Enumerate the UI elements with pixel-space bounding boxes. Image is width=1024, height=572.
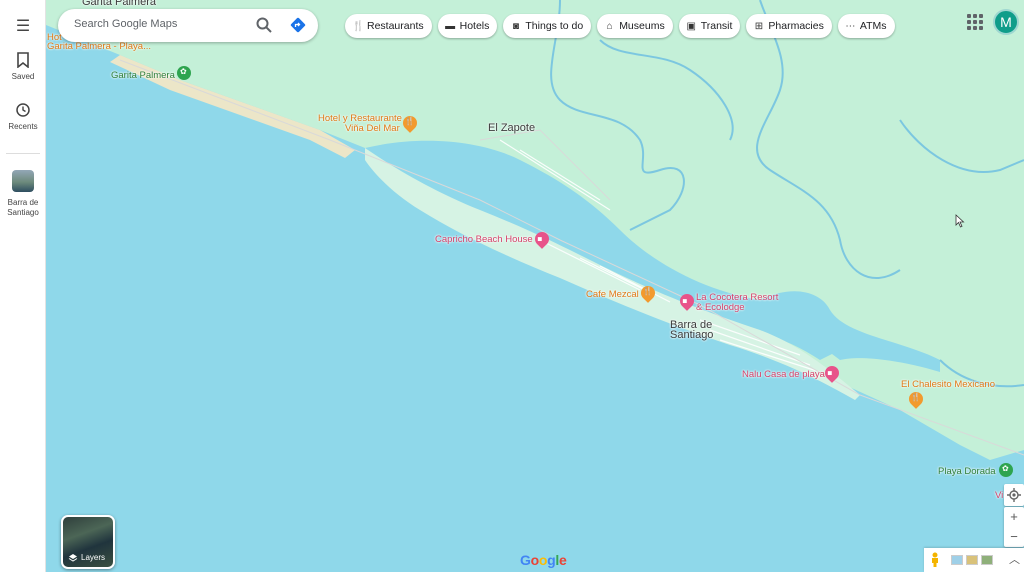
chip-museums[interactable]: ⌂ Museums [597,14,673,38]
saved-label: Saved [11,72,35,81]
map-canvas[interactable] [0,0,1024,572]
chip-transit[interactable]: ▣ Transit [678,14,741,38]
pharmacy-icon: ⊞ [754,20,764,32]
chip-atms[interactable]: ⋯ ATMs [837,14,895,38]
recent-place-label-2: Santiago [7,208,39,217]
chip-things-to-do[interactable]: ◙ Things to do [503,14,592,38]
saved-button[interactable]: Saved [0,52,46,81]
place-label-cafe-mezcal[interactable]: Cafe Mezcal [586,290,639,300]
map-tile-satellite[interactable] [981,555,993,565]
place-label-garita-top[interactable]: Garita Palmera [82,0,156,8]
chip-pharmacies[interactable]: ⊞ Pharmacies [746,14,832,38]
chevron-up-icon[interactable]: ︿ [1009,551,1020,567]
park-pin-icon[interactable]: ✿ [177,66,191,80]
layers-label: Layers [81,553,106,562]
mouse-cursor-icon [955,214,965,228]
camera-icon: ◙ [512,20,519,32]
bed-icon: ▬ [445,20,456,32]
rail-divider [6,153,40,154]
directions-icon[interactable] [290,17,306,33]
atm-icon: ⋯ [845,20,856,32]
left-rail: ☰ Saved Recents Barra de Santiago [0,0,46,572]
zoom-out-button[interactable]: − [1004,527,1024,547]
fork-knife-icon: 🍴 [352,20,365,32]
pegman-icon[interactable] [930,552,940,568]
chip-label: Transit [700,20,733,32]
avatar[interactable]: M [993,9,1019,35]
search-input[interactable] [74,18,244,30]
chip-label: Pharmacies [768,20,824,32]
my-location-button[interactable] [1004,484,1024,506]
beach-pin-icon[interactable]: ✿ [999,463,1013,477]
location-target-icon [1007,488,1021,502]
place-label-cocotera-2[interactable]: & Ecolodge [696,302,745,313]
layers-button[interactable]: Layers [61,515,115,569]
chip-label: ATMs [859,20,887,32]
recent-place-thumbnail [12,170,34,192]
place-label-playa-dorada[interactable]: Playa Dorada [938,466,996,477]
town-label-el-zapote[interactable]: El Zapote [488,122,535,134]
history-icon [16,103,30,117]
map-tile-traffic[interactable] [966,555,978,565]
place-label-nalu[interactable]: Nalu Casa de playa [742,369,825,380]
chip-label: Museums [619,20,665,32]
recent-place-item[interactable]: Barra de Santiago [0,170,46,218]
place-label-garita-green[interactable]: Garita Palmera [111,70,175,81]
apps-grid-icon[interactable] [967,14,983,30]
town-label-barra-2[interactable]: Santiago [670,329,713,341]
chip-label: Restaurants [367,20,424,32]
recents-button[interactable]: Recents [0,102,46,131]
zoom-controls: + − [1004,507,1024,547]
chip-restaurants[interactable]: 🍴 Restaurants [345,14,432,38]
layers-icon [68,554,78,562]
bookmark-icon [17,52,29,68]
place-label-garita-beach[interactable]: Garita Palmera - Playa... [47,42,151,52]
place-label-cut[interactable]: Vi [995,490,1003,501]
category-chips: 🍴 Restaurants ▬ Hotels ◙ Things to do ⌂ Muse… [345,14,895,38]
zoom-in-button[interactable]: + [1004,507,1024,527]
search-box[interactable] [58,9,318,42]
train-icon: ▣ [686,20,696,32]
place-label-capricho[interactable]: Capricho Beach House [435,234,533,245]
museum-icon: ⌂ [606,20,613,32]
chip-hotels[interactable]: ▬ Hotels [437,14,498,38]
map-type-strip: ︿ [924,548,1024,572]
chip-label: Hotels [459,20,490,32]
place-label-hotel-vina-2[interactable]: Viña Del Mar [345,124,400,134]
recent-place-label-1: Barra de [7,198,39,207]
search-icon[interactable] [255,16,273,34]
google-logo: Google [520,552,567,568]
map-tile-terrain[interactable] [951,555,963,565]
recents-label: Recents [8,122,38,131]
place-label-chalesito[interactable]: El Chalesito Mexicano [901,380,995,390]
menu-icon[interactable]: ☰ [0,16,46,36]
chip-label: Things to do [525,20,584,32]
